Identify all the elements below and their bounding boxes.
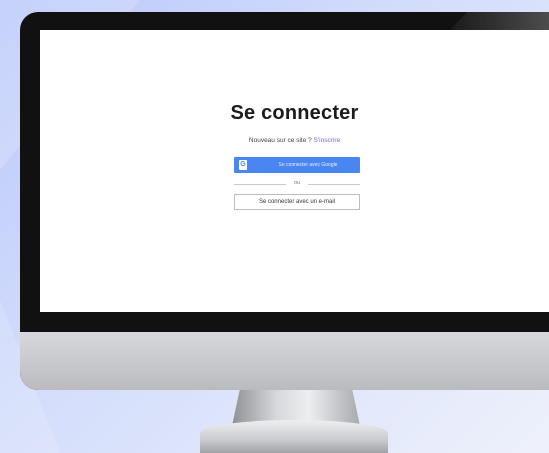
- monitor-screen: Se connecter Nouveau sur ce site ? S'ins…: [40, 30, 549, 312]
- google-g-icon: G: [239, 160, 247, 170]
- login-panel: Se connecter Nouveau sur ce site ? S'ins…: [40, 30, 549, 312]
- google-login-button[interactable]: G Se connecter avec Google: [234, 157, 360, 173]
- monitor-stand-base: [200, 420, 388, 453]
- google-login-label: Se connecter avec Google: [278, 162, 338, 168]
- email-login-button[interactable]: Se connecter avec un e-mail: [234, 194, 360, 210]
- divider-line-left: [234, 184, 286, 185]
- signup-prompt-text: Nouveau sur ce site ?: [248, 137, 312, 144]
- signup-link[interactable]: S'inscrire: [314, 137, 341, 144]
- divider-line-right: [308, 184, 360, 185]
- signup-prompt: Nouveau sur ce site ? S'inscrire: [40, 137, 549, 144]
- divider-text: ou: [293, 180, 301, 186]
- page-title: Se connecter: [230, 102, 359, 124]
